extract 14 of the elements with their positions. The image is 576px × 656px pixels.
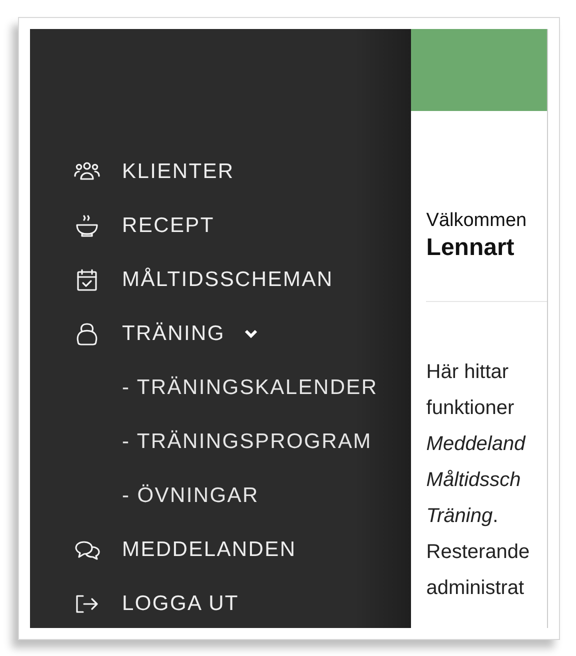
menu-link[interactable]: MÅLTIDSSCHEMAN <box>122 268 334 292</box>
menu-link[interactable]: TRÄNING <box>122 322 225 346</box>
bowl-icon <box>73 213 101 239</box>
submenu-link[interactable]: - ÖVNINGAR <box>122 484 259 508</box>
menu-link[interactable]: RECEPT <box>122 214 214 238</box>
menu-link[interactable]: MEDDELANDEN <box>122 538 296 562</box>
submenu-link[interactable]: - TRÄNINGSPROGRAM <box>122 430 372 454</box>
menu-link[interactable]: KLIENTER <box>122 160 234 184</box>
menu-link[interactable]: LOGGA UT <box>122 592 239 616</box>
welcome-text: Välkommen <box>426 209 528 233</box>
chevron-icon[interactable] <box>244 327 258 341</box>
user-name: Lennart <box>426 233 516 263</box>
intro-paragraph: Här hittar funktioner Meddeland Måltidssch Träning. Resterande administrat <box>426 360 531 601</box>
submenu-link[interactable]: - TRÄNINGSKALENDER <box>122 376 378 400</box>
